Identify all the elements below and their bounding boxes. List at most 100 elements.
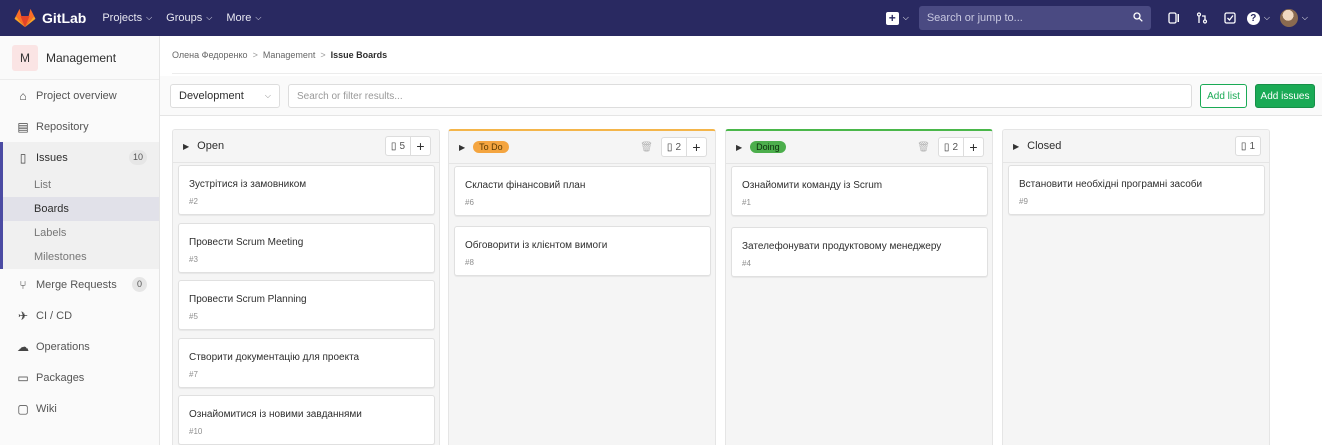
issue-card-title[interactable]: Провести Scrum Meeting: [189, 237, 303, 248]
issue-card[interactable]: Ознайомити команду із Scrum #1: [731, 166, 988, 216]
breadcrumb-user[interactable]: Олена Федоренко: [172, 50, 248, 60]
issues-icon: ▯: [390, 140, 397, 152]
issue-count: 5: [399, 140, 405, 152]
sidebar-item-operations[interactable]: ☁ Operations: [0, 331, 159, 362]
chevron-down-icon: ⌵: [902, 13, 909, 22]
sidebar-item-merge-requests[interactable]: ⑂ Merge Requests 0: [0, 269, 159, 300]
issue-card-title[interactable]: Зателефонувати продуктовому менеджеру: [742, 241, 941, 252]
issue-card[interactable]: Встановити необхідні програмні засоби #9: [1008, 165, 1265, 215]
label-pill[interactable]: Doing: [750, 141, 786, 153]
board-select-dropdown[interactable]: Development ⌵: [170, 84, 280, 108]
breadcrumb-project[interactable]: Management: [263, 50, 316, 60]
search-placeholder: Search or jump to...: [926, 12, 1023, 24]
sidebar-item-label: Issues: [36, 151, 68, 164]
gitlab-home-link[interactable]: GitLab: [14, 8, 102, 28]
brand-name: GitLab: [42, 10, 87, 26]
issue-card-title[interactable]: Провести Scrum Planning: [189, 294, 307, 305]
project-header[interactable]: M Management: [0, 36, 159, 80]
chevron-down-icon: ⌵: [255, 13, 262, 22]
sidebar-subitem-boards[interactable]: Boards: [0, 197, 159, 221]
breadcrumb-separator-icon: >: [252, 49, 258, 60]
issue-card-title[interactable]: Зустрітися із замовником: [189, 179, 306, 190]
issue-card-title[interactable]: Скласти фінансовий план: [465, 180, 585, 191]
board-list-title: Closed: [1027, 140, 1062, 152]
user-menu[interactable]: ⌵: [1279, 9, 1308, 27]
trash-icon[interactable]: 🗑: [917, 142, 930, 153]
merge-request-nav-icon[interactable]: [1191, 6, 1213, 30]
issue-count: 2: [675, 141, 681, 153]
todo-nav-icon[interactable]: [1219, 6, 1241, 30]
sidebar-subitem-list[interactable]: List: [0, 173, 159, 197]
gitlab-logo-icon: [14, 8, 36, 28]
issue-card-id: #4: [742, 259, 751, 268]
sidebar-item-label: Wiki: [36, 402, 57, 415]
label-pill[interactable]: To Do: [473, 141, 509, 153]
board-list-to-do: ▶ To Do 🗑 ▯ 2 + Скласти фінансовий план #…: [448, 129, 716, 445]
issue-card-title[interactable]: Встановити необхідні програмні засоби: [1019, 179, 1202, 190]
issue-card[interactable]: Провести Scrum Planning #5: [178, 280, 435, 330]
project-sidebar: M Management ⌂ Project overview ▤ Reposi…: [0, 36, 160, 445]
issue-card-id: #8: [465, 258, 474, 267]
chevron-down-icon: ⌵: [264, 91, 271, 100]
nav-groups-label: Groups: [166, 12, 203, 24]
top-navbar: GitLab Projects ⌵ Groups ⌵ More ⌵ + ⌵ Searc…: [0, 0, 1322, 36]
nav-projects-menu[interactable]: Projects ⌵: [102, 12, 152, 24]
add-issue-button[interactable]: +: [411, 136, 431, 156]
issues-submenu: List Boards Labels Milestones: [0, 173, 159, 269]
nav-more-menu[interactable]: More ⌵: [226, 12, 261, 24]
package-icon: ▭: [17, 370, 29, 385]
issue-card-title[interactable]: Ознайомити команду із Scrum: [742, 180, 882, 191]
project-name: Management: [46, 50, 117, 65]
issue-card-title[interactable]: Обговорити із клієнтом вимоги: [465, 240, 607, 251]
issue-card-id: #7: [189, 370, 198, 379]
add-issue-button[interactable]: +: [687, 137, 707, 157]
issue-card[interactable]: Обговорити із клієнтом вимоги #8: [454, 226, 711, 276]
add-issues-button[interactable]: Add issues: [1255, 84, 1315, 108]
issue-count-badge: ▯ 1: [1234, 136, 1261, 156]
chevron-down-icon: ⌵: [146, 13, 153, 22]
issue-card[interactable]: Ознайомитися із новими завданнями #10: [178, 395, 435, 445]
merge-requests-count-badge: 0: [132, 277, 147, 292]
sidebar-item-wiki[interactable]: ▢ Wiki: [0, 393, 159, 424]
board-list-doing: ▶ Doing 🗑 ▯ 2 + Ознайомити команду із Scr…: [725, 129, 993, 445]
wiki-icon: ▢: [17, 401, 29, 416]
issue-card[interactable]: Скласти фінансовий план #6: [454, 166, 711, 216]
sidebar-item-label: Merge Requests: [36, 278, 117, 291]
sidebar-item-label: Operations: [36, 340, 90, 353]
issues-nav-icon[interactable]: [1163, 6, 1185, 30]
issue-card[interactable]: Створити документацію для проекта #7: [178, 338, 435, 388]
add-list-button[interactable]: Add list: [1200, 84, 1247, 108]
sidebar-subitem-labels[interactable]: Labels: [0, 221, 159, 245]
issue-card-id: #6: [465, 198, 474, 207]
issue-card[interactable]: Провести Scrum Meeting #3: [178, 223, 435, 273]
help-dropdown[interactable]: ? ⌵: [1246, 11, 1270, 25]
board-list-header: ▶ Closed ▯ 1: [1003, 130, 1269, 163]
nav-groups-menu[interactable]: Groups ⌵: [166, 12, 212, 24]
filter-search-input[interactable]: Search or filter results...: [288, 84, 1192, 108]
sidebar-subitem-milestones[interactable]: Milestones: [0, 245, 159, 269]
issue-card-id: #3: [189, 255, 198, 264]
issue-card[interactable]: Зустрітися із замовником #2: [178, 165, 435, 215]
collapse-caret-icon[interactable]: ▶: [459, 143, 465, 152]
issue-card-id: #2: [189, 197, 198, 206]
sidebar-item-repository[interactable]: ▤ Repository: [0, 111, 159, 142]
breadcrumb: Олена Федоренко > Management > Issue Boa…: [172, 36, 1322, 74]
sidebar-item-packages[interactable]: ▭ Packages: [0, 362, 159, 393]
issue-card-title[interactable]: Ознайомитися із новими завданнями: [189, 409, 362, 420]
trash-icon[interactable]: 🗑: [640, 142, 653, 153]
sidebar-item-ci-cd[interactable]: ✈ CI / CD: [0, 300, 159, 331]
sidebar-item-project-overview[interactable]: ⌂ Project overview: [0, 80, 159, 111]
global-search-input[interactable]: Search or jump to...: [918, 6, 1151, 30]
collapse-caret-icon[interactable]: ▶: [736, 143, 742, 152]
sidebar-item-label: CI / CD: [36, 309, 73, 322]
new-item-dropdown[interactable]: + ⌵: [885, 11, 909, 25]
rocket-icon: ✈: [17, 308, 29, 323]
breadcrumb-current[interactable]: Issue Boards: [331, 50, 388, 60]
add-issue-button[interactable]: +: [964, 137, 984, 157]
collapse-caret-icon[interactable]: ▶: [1013, 142, 1019, 151]
issue-card[interactable]: Зателефонувати продуктовому менеджеру #4: [731, 227, 988, 277]
sidebar-item-issues[interactable]: ▯ Issues 10: [0, 142, 159, 173]
issue-card-title[interactable]: Створити документацію для проекта: [189, 352, 359, 363]
collapse-caret-icon[interactable]: ▶: [183, 142, 189, 151]
issues-icon: ▯: [19, 150, 27, 165]
